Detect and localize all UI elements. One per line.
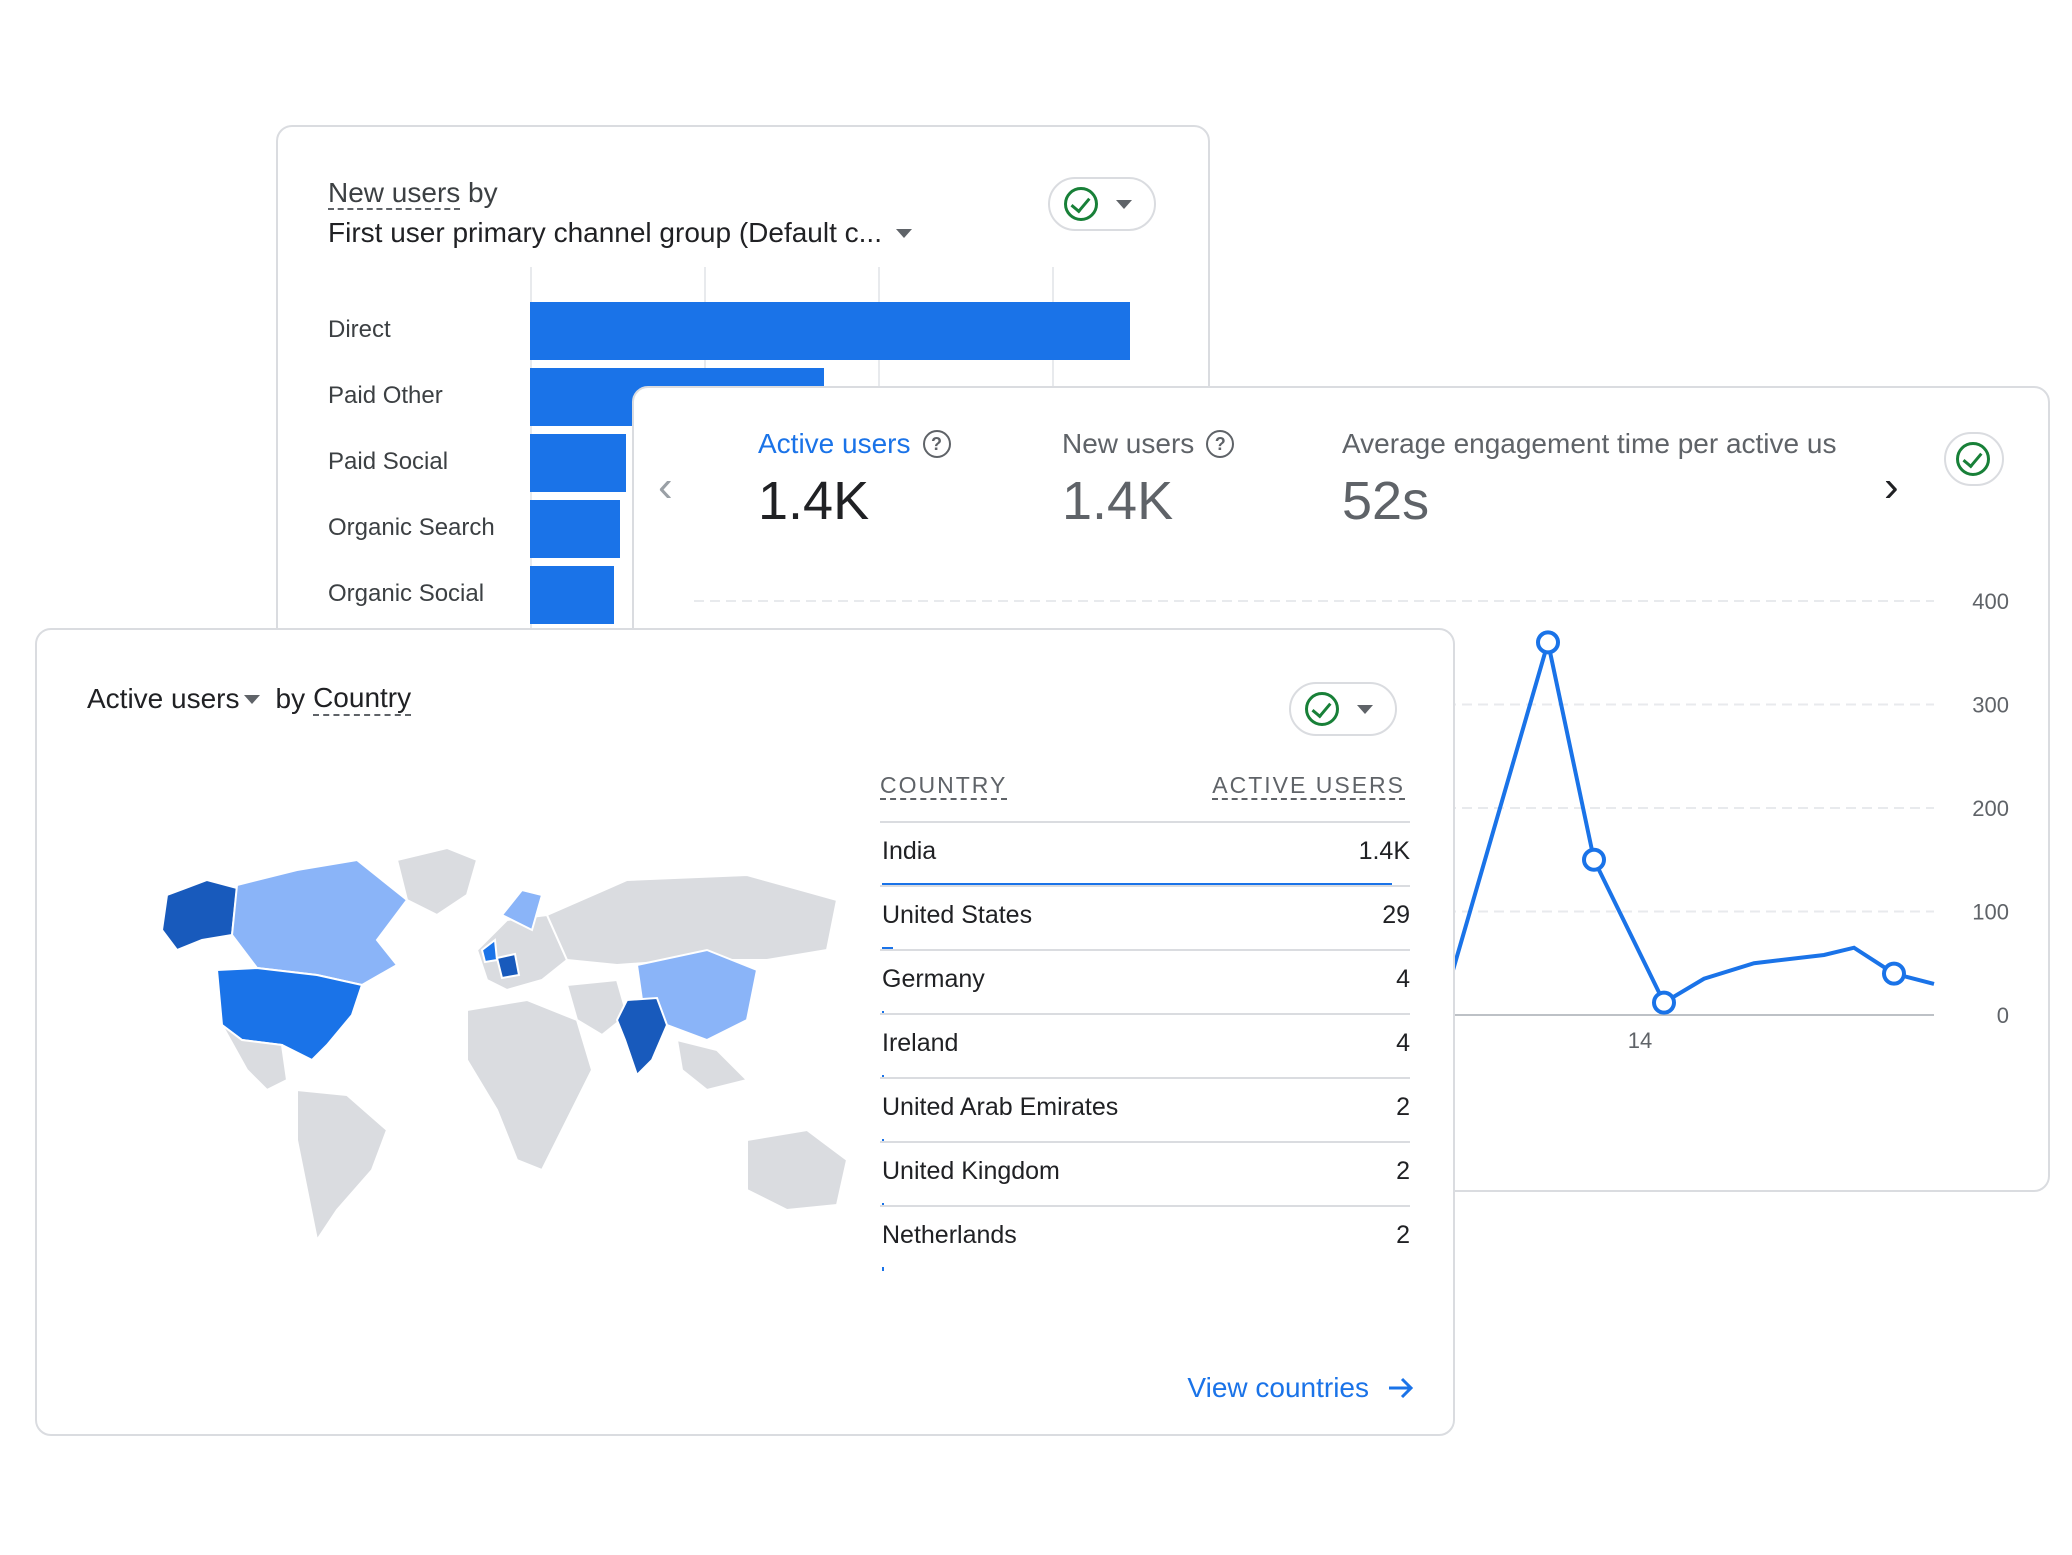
bar[interactable] (530, 302, 1130, 360)
active-users-value: 2 (1396, 1093, 1410, 1121)
category-label: Organic Search (328, 514, 495, 541)
y-tick-label: 0 (1997, 1003, 2009, 1028)
col-header-label: ACTIVE USERS (1212, 772, 1405, 800)
category-label: Paid Other (328, 382, 443, 409)
data-point[interactable] (1536, 630, 1560, 655)
bar[interactable] (530, 500, 620, 558)
series-line (1393, 641, 1935, 1006)
card-title: Active users by Country (87, 682, 412, 716)
country-name: United Arab Emirates (882, 1093, 1119, 1121)
caret-down-icon (1357, 704, 1373, 714)
country-name: United States (882, 901, 1033, 929)
y-tick-label: 200 (1972, 796, 2009, 821)
active-users-value: 29 (1382, 901, 1410, 929)
category-label: Organic Social (328, 580, 485, 607)
data-point[interactable] (1582, 847, 1606, 872)
caret-down-icon (1116, 199, 1132, 209)
caret-down-icon[interactable] (243, 694, 260, 704)
y-tick-label: 400 (1972, 589, 2009, 614)
metric-selector[interactable]: Active users (87, 683, 240, 715)
active-users-value: 4 (1396, 1029, 1410, 1057)
category-label: Paid Social (328, 448, 449, 475)
active-users-by-country-card: Active users by Country COUNTRY ACTIVE U… (35, 628, 1455, 1436)
status-dropdown[interactable] (1048, 177, 1156, 231)
data-point[interactable] (1652, 990, 1676, 1015)
table-row[interactable]: United Arab Emirates 2 (880, 1077, 1410, 1143)
y-tick-label: 300 (1972, 693, 2009, 718)
active-users-value: 2 (1396, 1157, 1410, 1185)
col-header-country[interactable]: COUNTRY (880, 772, 1008, 800)
data-point[interactable] (1882, 961, 1906, 986)
y-tick-label: 100 (1972, 900, 2009, 925)
table-row[interactable]: Ireland 4 (880, 1013, 1410, 1079)
metric-selector[interactable]: New users (328, 177, 461, 210)
active-users-value: 4 (1396, 965, 1410, 993)
caret-down-icon (895, 228, 912, 238)
dimension-label: First user primary channel group (Defaul… (328, 217, 882, 248)
check-circle-icon (1064, 187, 1098, 221)
col-header-active-users[interactable]: ACTIVE USERS (1212, 772, 1405, 800)
bar[interactable] (530, 566, 614, 624)
world-map[interactable] (147, 840, 907, 1260)
dimension-selector[interactable]: Country (313, 682, 412, 716)
table-row[interactable]: India 1.4K (880, 821, 1410, 887)
arrow-right-icon (1389, 1377, 1414, 1399)
dimension-selector[interactable]: First user primary channel group (Defaul… (328, 217, 912, 249)
map-canada[interactable] (230, 858, 409, 987)
table-row[interactable]: United States 29 (880, 885, 1410, 951)
status-dropdown[interactable] (1289, 682, 1397, 736)
map-greenland[interactable] (395, 846, 479, 917)
col-header-label: COUNTRY (880, 772, 1008, 800)
x-tick-label: 14 (1628, 1028, 1652, 1053)
title-by: by (275, 683, 306, 714)
map-germany[interactable] (495, 952, 521, 980)
share-bar (882, 1267, 884, 1271)
active-users-value: 2 (1396, 1221, 1410, 1249)
active-users-value: 1.4K (1358, 837, 1410, 865)
link-label: View countries (1187, 1372, 1369, 1403)
view-countries-link[interactable]: View countries (1187, 1372, 1415, 1404)
table-row[interactable]: Netherlands 2 (880, 1205, 1410, 1271)
card-title: New users by (328, 177, 498, 210)
bar[interactable] (530, 434, 626, 492)
table-row[interactable]: United Kingdom 2 (880, 1141, 1410, 1207)
map-alaska[interactable] (160, 878, 239, 952)
country-name: United Kingdom (882, 1157, 1060, 1185)
title-by: by (468, 177, 498, 208)
check-circle-icon (1305, 692, 1339, 726)
table-row[interactable]: Germany 4 (880, 949, 1410, 1015)
category-label: Direct (328, 316, 391, 343)
country-name: Ireland (882, 1029, 959, 1057)
country-name: Netherlands (882, 1221, 1017, 1249)
country-name: India (882, 837, 937, 865)
map-india[interactable] (615, 996, 669, 1077)
country-name: Germany (882, 965, 985, 993)
